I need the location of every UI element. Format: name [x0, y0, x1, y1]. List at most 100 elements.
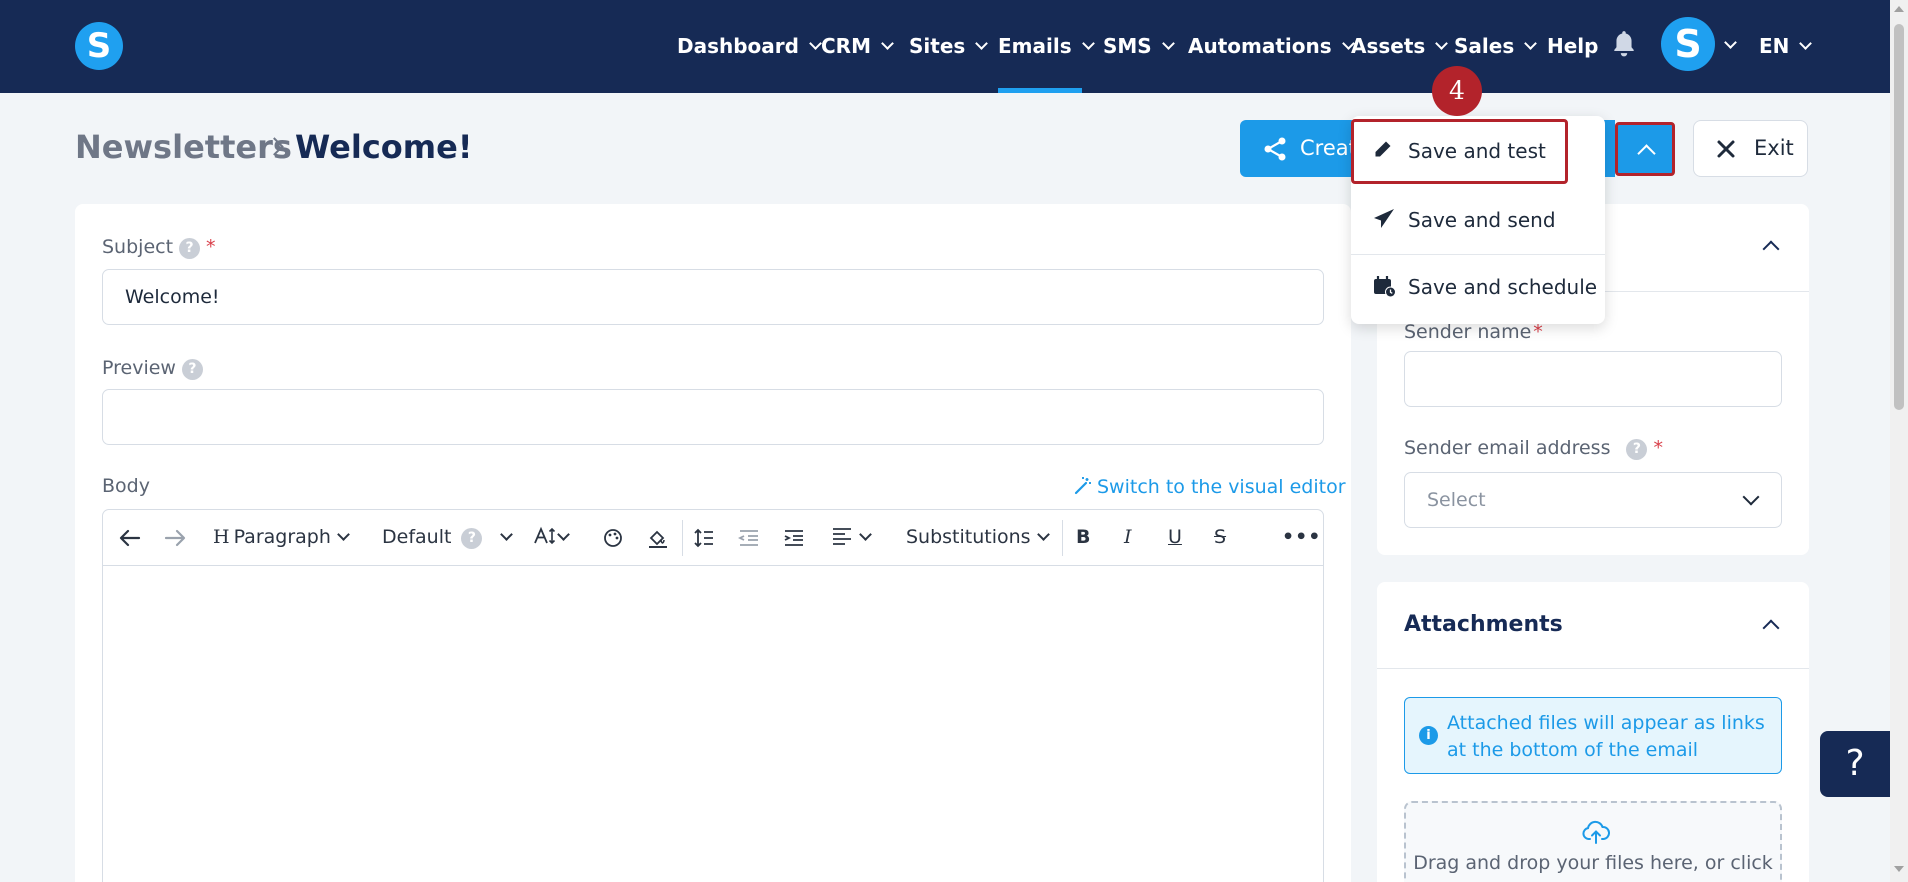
save-and-send-item[interactable]: Save and send	[1351, 188, 1605, 253]
chevron-down-icon	[1799, 36, 1813, 50]
bell-icon[interactable]	[1611, 30, 1637, 58]
sender-email-select[interactable]: Select	[1404, 472, 1782, 528]
sender-email-placeholder: Select	[1427, 489, 1486, 511]
nav-sites[interactable]: Sites	[909, 31, 989, 61]
chevron-down-icon	[1435, 36, 1449, 50]
underline-button[interactable]: U	[1168, 526, 1182, 548]
attachments-title: Attachments	[1404, 612, 1563, 637]
language-label: EN	[1759, 34, 1790, 58]
required-mark: *	[206, 236, 216, 258]
paragraph-style-dropdown[interactable]: H Paragraph	[213, 526, 350, 548]
font-size-dropdown[interactable]	[533, 526, 570, 548]
body-editor[interactable]: H Paragraph Default? Substitutions B I U…	[102, 509, 1324, 882]
exit-button[interactable]: Exit	[1693, 120, 1808, 177]
app-logo[interactable]: S	[75, 22, 123, 70]
chevron-up-icon	[1637, 144, 1656, 163]
save-options-menu: Save and test Save and send Save and sch…	[1351, 116, 1605, 324]
sender-name-input[interactable]	[1404, 351, 1782, 407]
subject-input[interactable]: Welcome!	[102, 269, 1324, 325]
substitutions-label: Substitutions	[906, 526, 1031, 548]
substitutions-dropdown[interactable]: Substitutions	[906, 526, 1050, 548]
dropzone-text: Drag and drop your files here, or click	[1413, 852, 1773, 874]
toolbar-divider	[1062, 520, 1063, 556]
save-options-toggle[interactable]	[1615, 122, 1675, 176]
file-dropzone[interactable]: Drag and drop your files here, or click	[1404, 801, 1782, 882]
nav-sales[interactable]: Sales	[1454, 31, 1538, 61]
help-icon[interactable]: ?	[1626, 439, 1648, 460]
font-value: Default	[382, 526, 452, 548]
card-divider	[1377, 668, 1809, 669]
scrollbar-thumb[interactable]	[1894, 24, 1904, 410]
redo-icon[interactable]	[164, 528, 186, 548]
top-nav: S Dashboard CRM Sites Emails SMS Automat…	[0, 0, 1890, 93]
nav-automations-label: Automations	[1188, 34, 1332, 58]
info-icon: i	[1419, 726, 1438, 745]
page-title: Welcome!	[295, 128, 473, 166]
chevron-down-icon[interactable]	[1724, 36, 1737, 49]
outdent-icon[interactable]	[738, 527, 760, 549]
required-mark: *	[1653, 437, 1663, 459]
nav-automations[interactable]: Automations	[1188, 31, 1355, 61]
nav-help[interactable]: Help	[1547, 31, 1598, 61]
toolbar-divider	[682, 520, 683, 556]
nav-crm[interactable]: CRM	[821, 31, 894, 61]
share-icon	[1264, 137, 1286, 161]
chevron-down-icon	[1036, 528, 1050, 541]
alignment-dropdown[interactable]	[831, 526, 872, 548]
help-icon[interactable]: ?	[461, 528, 483, 549]
save-and-test-item[interactable]: Save and test	[1351, 119, 1568, 184]
highlight-color-icon[interactable]	[647, 527, 669, 549]
pencil-icon	[1375, 141, 1391, 157]
magic-wand-icon	[1074, 477, 1091, 495]
more-options-button[interactable]: •••	[1282, 526, 1321, 548]
chevron-down-icon	[881, 36, 894, 50]
nav-sms-label: SMS	[1103, 34, 1152, 58]
exit-button-label: Exit	[1754, 136, 1794, 160]
nav-emails[interactable]: Emails	[998, 31, 1095, 61]
heading-icon: H	[213, 526, 230, 548]
save-and-schedule-label: Save and schedule	[1408, 275, 1598, 299]
upload-cloud-icon	[1582, 820, 1610, 844]
chevron-down-icon	[809, 36, 822, 50]
text-color-icon[interactable]	[602, 527, 624, 549]
nav-sales-label: Sales	[1454, 34, 1515, 58]
chevron-down-icon	[1161, 36, 1175, 50]
nav-help-label: Help	[1547, 34, 1599, 58]
chevron-down-icon	[500, 528, 514, 541]
nav-assets-label: Assets	[1351, 34, 1426, 58]
scroll-down-arrow-icon[interactable]	[1894, 866, 1904, 872]
help-float-button[interactable]: ?	[1820, 731, 1890, 797]
switch-visual-editor-link[interactable]: Switch to the visual editor	[1073, 476, 1346, 498]
indent-icon[interactable]	[783, 527, 805, 549]
nav-crm-label: CRM	[821, 34, 871, 58]
line-height-icon[interactable]	[693, 527, 715, 549]
strikethrough-button[interactable]: S	[1214, 526, 1226, 548]
active-nav-indicator	[998, 88, 1082, 93]
nav-assets[interactable]: Assets	[1351, 31, 1449, 61]
font-dropdown[interactable]: Default?	[382, 526, 514, 549]
required-mark: *	[1533, 321, 1543, 343]
save-and-schedule-item[interactable]: Save and schedule	[1351, 255, 1605, 320]
editor-toolbar: H Paragraph Default? Substitutions B I U…	[103, 510, 1323, 566]
page-scrollbar[interactable]	[1890, 0, 1908, 882]
italic-button[interactable]: I	[1124, 526, 1132, 548]
help-icon[interactable]: ?	[179, 238, 201, 259]
help-icon[interactable]: ?	[181, 359, 203, 380]
sender-email-label: Sender email address? *	[1404, 437, 1663, 460]
language-selector[interactable]: EN	[1759, 31, 1813, 61]
paragraph-style-value: Paragraph	[233, 526, 331, 548]
breadcrumb-parent[interactable]: Newsletters	[75, 128, 292, 166]
subject-label-text: Subject	[102, 236, 174, 258]
chevron-down-icon	[337, 528, 350, 541]
undo-icon[interactable]	[119, 528, 141, 548]
bold-button[interactable]: B	[1076, 526, 1090, 548]
attachments-info-text: Attached files will appear as links at t…	[1447, 712, 1765, 761]
switch-visual-editor-label: Switch to the visual editor	[1097, 476, 1346, 498]
scroll-up-arrow-icon[interactable]	[1894, 6, 1904, 12]
nav-emails-label: Emails	[998, 34, 1072, 58]
nav-dashboard[interactable]: Dashboard	[677, 31, 822, 61]
user-avatar[interactable]: S	[1661, 17, 1715, 71]
chevron-down-icon	[1524, 36, 1538, 50]
preview-input[interactable]	[102, 389, 1324, 445]
nav-sms[interactable]: SMS	[1103, 31, 1175, 61]
